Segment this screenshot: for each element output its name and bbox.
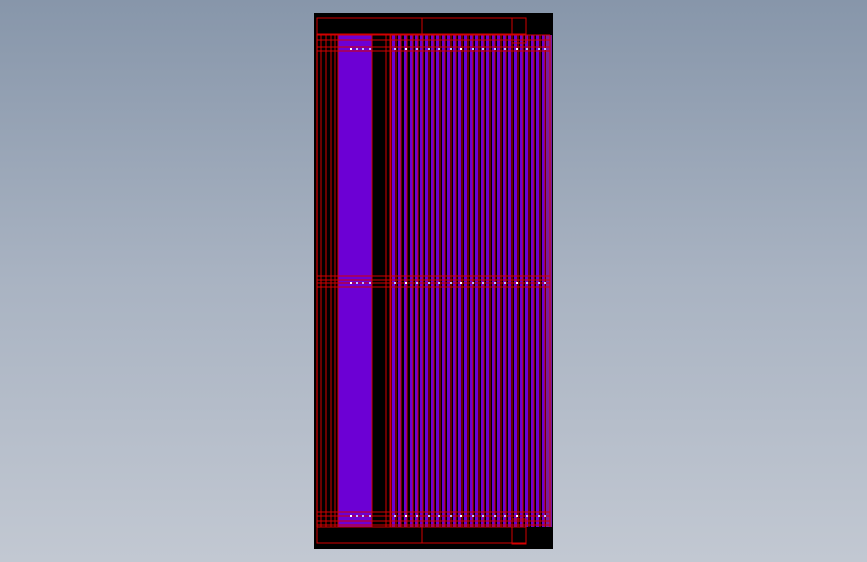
fastener-mark-1-15 [516, 282, 518, 284]
fastener-mark-2-6 [416, 515, 418, 517]
fastener-mark-0-17 [538, 48, 540, 50]
fastener-mark-2-15 [516, 515, 518, 517]
fastener-mark-2-3 [369, 515, 371, 517]
fastener-mark-0-3 [369, 48, 371, 50]
fastener-mark-2-16 [526, 515, 528, 517]
fastener-mark-1-5 [405, 282, 407, 284]
fastener-mark-1-2 [362, 282, 364, 284]
fastener-mark-2-4 [394, 515, 396, 517]
fastener-mark-2-11 [472, 515, 474, 517]
slat-fill-12 [458, 35, 461, 527]
fastener-mark-0-4 [394, 48, 396, 50]
fastener-mark-1-0 [350, 282, 352, 284]
fastener-mark-0-9 [450, 48, 452, 50]
fastener-mark-2-18 [544, 515, 546, 517]
fastener-mark-0-13 [494, 48, 496, 50]
fastener-mark-2-5 [405, 515, 407, 517]
fastener-mark-0-6 [416, 48, 418, 50]
fastener-mark-2-8 [438, 515, 440, 517]
fastener-mark-1-3 [369, 282, 371, 284]
slat-fill-26 [536, 35, 539, 527]
fastener-mark-0-0 [350, 48, 352, 50]
slat-fill-15 [475, 35, 478, 527]
fastener-mark-2-14 [504, 515, 506, 517]
fastener-mark-0-8 [438, 48, 440, 50]
cad-viewport[interactable] [0, 0, 867, 562]
fastener-mark-1-10 [460, 282, 462, 284]
cad-drawing[interactable] [314, 13, 553, 549]
slat-fill-21 [508, 35, 511, 527]
fastener-mark-1-18 [544, 282, 546, 284]
fastener-mark-0-1 [356, 48, 358, 50]
fastener-mark-1-16 [526, 282, 528, 284]
slat-fill-0 [392, 35, 395, 527]
slat-fill-8 [436, 35, 439, 527]
slat-fill-13 [464, 35, 467, 527]
fastener-mark-1-17 [538, 282, 540, 284]
fastener-mark-0-14 [504, 48, 506, 50]
slat-fill-6 [425, 35, 428, 527]
fastener-mark-0-16 [526, 48, 528, 50]
fastener-mark-2-13 [494, 515, 496, 517]
fastener-mark-0-15 [516, 48, 518, 50]
fastener-mark-1-8 [438, 282, 440, 284]
fastener-mark-2-12 [482, 515, 484, 517]
slat-fill-10 [447, 35, 450, 527]
fastener-mark-0-18 [544, 48, 546, 50]
fastener-mark-1-11 [472, 282, 474, 284]
fastener-mark-1-4 [394, 282, 396, 284]
fastener-mark-2-1 [356, 515, 358, 517]
fastener-mark-2-17 [538, 515, 540, 517]
fastener-mark-0-10 [460, 48, 462, 50]
fastener-mark-0-7 [428, 48, 430, 50]
slat-fill-19 [497, 35, 500, 527]
fastener-mark-1-7 [428, 282, 430, 284]
slat-fill-24 [525, 35, 528, 527]
fastener-mark-2-0 [350, 515, 352, 517]
fastener-mark-2-2 [362, 515, 364, 517]
fastener-mark-0-2 [362, 48, 364, 50]
fastener-mark-1-6 [416, 282, 418, 284]
fastener-mark-1-12 [482, 282, 484, 284]
fastener-mark-0-11 [472, 48, 474, 50]
fastener-mark-2-9 [450, 515, 452, 517]
fastener-mark-1-9 [450, 282, 452, 284]
fastener-mark-2-7 [428, 515, 430, 517]
slat-fill-22 [514, 35, 517, 527]
fastener-mark-0-12 [482, 48, 484, 50]
fastener-mark-0-5 [405, 48, 407, 50]
slat-fill-17 [486, 35, 489, 527]
right-edge-fill [546, 35, 552, 527]
fastener-mark-1-14 [504, 282, 506, 284]
fastener-mark-2-10 [460, 515, 462, 517]
wide-panel-fill [338, 35, 372, 527]
fastener-mark-1-13 [494, 282, 496, 284]
fastener-mark-1-1 [356, 282, 358, 284]
